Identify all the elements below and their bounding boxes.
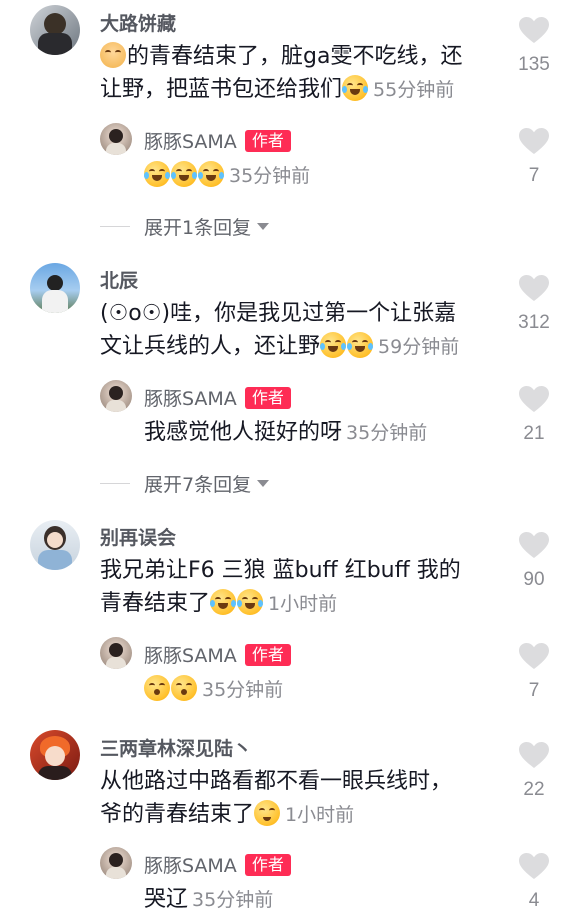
reply-author-name[interactable]: 豚豚SAMA 作者: [144, 851, 291, 878]
divider: [100, 483, 130, 484]
comment-text-line2: 文让兵线的人，还让野 59分钟前: [100, 332, 460, 359]
reply-text: 35分钟前: [144, 160, 310, 192]
reply-time: 35分钟前: [202, 679, 284, 701]
reply-author-name[interactable]: 豚豚SAMA 作者: [144, 384, 291, 411]
reply-text: 我感觉他人挺好的呀 35分钟前: [144, 420, 428, 445]
like-button[interactable]: 135: [509, 17, 559, 76]
caret-down-icon: [257, 480, 270, 487]
kissing-emoji-icon: [171, 675, 197, 701]
reply-author-name[interactable]: 豚豚SAMA 作者: [144, 641, 291, 668]
crying-laughing-emoji-icon: [198, 161, 224, 187]
avatar[interactable]: [30, 263, 80, 313]
reply-like-button[interactable]: 21: [509, 386, 559, 445]
like-button[interactable]: 22: [509, 742, 559, 801]
author-badge: 作者: [244, 643, 291, 666]
reply-like-button[interactable]: 4: [509, 853, 559, 912]
reply-time: 35分钟前: [229, 165, 311, 187]
commenter-name[interactable]: 大路饼藏: [100, 9, 176, 36]
expand-replies-button[interactable]: 展开7条回复: [100, 470, 270, 497]
reply-author-name[interactable]: 豚豚SAMA 作者: [144, 127, 291, 154]
comment-text: (☉o☉)哇，你是我见过第一个让张嘉: [100, 301, 457, 326]
expand-replies-button[interactable]: 展开1条回复: [100, 213, 270, 240]
reply-like-count: 21: [523, 423, 545, 444]
like-count: 90: [523, 569, 545, 590]
heart-icon[interactable]: [519, 128, 549, 155]
comment-time: 59分钟前: [378, 336, 460, 358]
crying-laughing-emoji-icon: [237, 589, 264, 615]
heart-icon[interactable]: [519, 275, 549, 302]
crying-laughing-emoji-icon: [320, 332, 347, 358]
reply-avatar[interactable]: [100, 847, 132, 879]
commenter-name[interactable]: 三两章林深见陆丶: [100, 734, 252, 761]
comment-text-line2: 让野，把蓝书包还给我们 55分钟前: [100, 75, 455, 102]
heart-icon[interactable]: [519, 643, 549, 670]
author-badge: 作者: [244, 129, 291, 152]
heart-icon[interactable]: [519, 386, 549, 413]
like-button[interactable]: 90: [509, 532, 559, 591]
reply-time: 35分钟前: [192, 889, 274, 911]
comment-text-line2: 青春结束了 1小时前: [100, 589, 338, 616]
commenter-name[interactable]: 北辰: [100, 266, 138, 293]
crying-laughing-emoji-icon: [342, 75, 369, 101]
like-button[interactable]: 312: [509, 275, 559, 334]
heart-icon[interactable]: [519, 853, 549, 880]
heart-icon[interactable]: [519, 532, 549, 559]
reply-text: 35分钟前: [144, 674, 283, 706]
reply-avatar[interactable]: [100, 380, 132, 412]
avatar[interactable]: [30, 520, 80, 570]
like-count: 135: [518, 54, 550, 75]
reply-like-count: 7: [528, 680, 540, 701]
divider: [100, 226, 130, 227]
like-count: 312: [518, 312, 550, 333]
crying-laughing-emoji-icon: [347, 332, 374, 358]
kissing-emoji-icon: [144, 675, 170, 701]
author-badge: 作者: [244, 853, 291, 876]
reply-like-button[interactable]: 7: [509, 643, 559, 702]
comment-text: 从他路过中路看都不看一眼兵线时，: [100, 769, 453, 794]
old-man-emoji-icon: [100, 42, 126, 68]
reply-avatar[interactable]: [100, 123, 132, 155]
comment-time: 1小时前: [285, 804, 355, 826]
pleading-emoji-icon: [254, 800, 281, 826]
crying-laughing-emoji-icon: [210, 589, 237, 615]
heart-icon[interactable]: [519, 742, 549, 769]
avatar[interactable]: [30, 5, 80, 55]
author-badge: 作者: [244, 386, 291, 409]
reply-like-count: 4: [528, 890, 540, 911]
comment-text: 我兄弟让F6 三狼 蓝buff 红buff 我的: [100, 558, 461, 583]
like-count: 22: [523, 779, 545, 800]
commenter-name[interactable]: 别再误会: [100, 523, 176, 550]
comment-text-line2: 爷的青春结束了 1小时前: [100, 800, 355, 827]
reply-text: 哭辽 35分钟前: [144, 887, 274, 912]
reply-time: 35分钟前: [346, 422, 428, 444]
avatar[interactable]: [30, 730, 80, 780]
caret-down-icon: [257, 223, 270, 230]
reply-like-count: 7: [528, 165, 540, 186]
crying-laughing-emoji-icon: [144, 161, 170, 187]
comment-text: 的青春结束了，脏ga雯不吃线，还: [100, 41, 462, 73]
heart-icon[interactable]: [519, 17, 549, 44]
reply-avatar[interactable]: [100, 637, 132, 669]
reply-like-button[interactable]: 7: [509, 128, 559, 187]
crying-laughing-emoji-icon: [171, 161, 197, 187]
comment-time: 1小时前: [268, 593, 338, 615]
comment-time: 55分钟前: [373, 79, 455, 101]
